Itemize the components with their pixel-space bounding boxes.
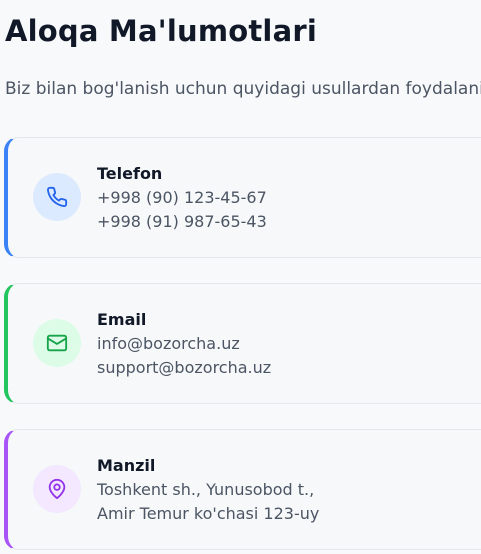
email-primary[interactable]: info@bozorcha.uz [97, 332, 271, 356]
card-title: Email [97, 310, 147, 329]
card-title: Telefon [97, 164, 163, 183]
contact-card-email: Email info@bozorcha.uz support@bozorcha.… [4, 283, 481, 404]
phone-icon [33, 173, 81, 221]
card-title: Manzil [97, 456, 156, 475]
mail-icon [33, 319, 81, 367]
phone-number-secondary[interactable]: +998 (91) 987-65-43 [97, 210, 267, 234]
contact-card-phone: Telefon +998 (90) 123-45-67 +998 (91) 98… [4, 137, 481, 258]
address-line-1: Toshkent sh., Yunusobod t., [97, 480, 315, 499]
map-pin-icon [33, 465, 81, 513]
address-line-2: Amir Temur ko'chasi 123-uy [97, 504, 320, 523]
phone-number-primary[interactable]: +998 (90) 123-45-67 [97, 186, 267, 210]
page-subtitle: Biz bilan bog'lanish uchun quyidagi usul… [5, 79, 481, 99]
email-support[interactable]: support@bozorcha.uz [97, 356, 271, 380]
page-title: Aloqa Ma'lumotlari [5, 14, 317, 48]
contact-card-address: Manzil Toshkent sh., Yunusobod t., Amir … [4, 429, 481, 550]
